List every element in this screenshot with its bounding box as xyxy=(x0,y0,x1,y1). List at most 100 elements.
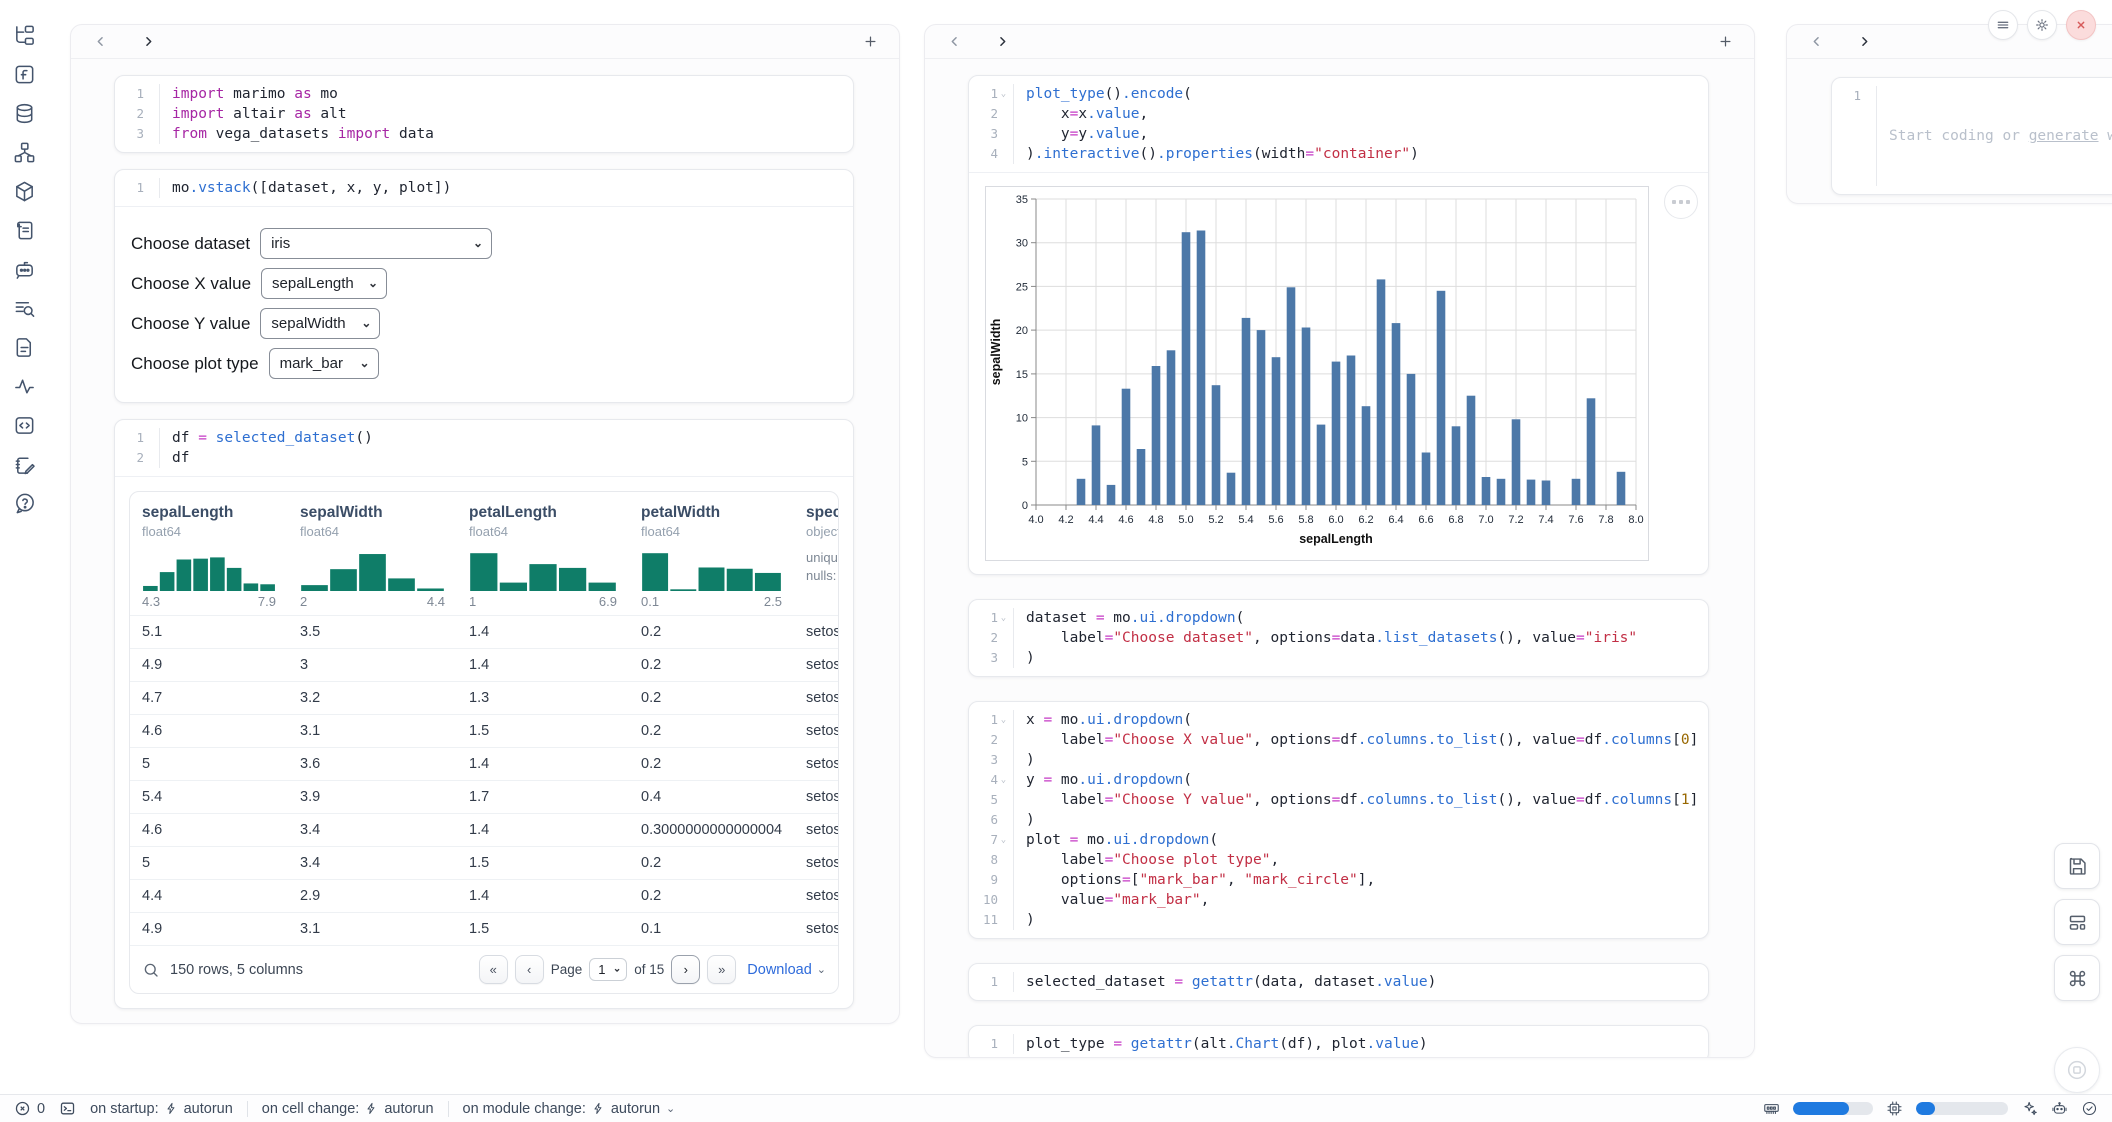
chart-actions-menu-icon[interactable] xyxy=(1664,185,1698,219)
table-cell: 0.4 xyxy=(629,781,794,813)
svg-text:15: 15 xyxy=(1016,369,1028,381)
table-row[interactable]: 5.13.51.40.2setosa xyxy=(130,615,838,648)
table-row[interactable]: 4.63.11.50.2setosa xyxy=(130,714,838,747)
code-line: plot_type = getattr(alt.Chart(df), plot.… xyxy=(1026,1034,1428,1054)
table-row[interactable]: 53.41.50.2setosa xyxy=(130,846,838,879)
activity-icon[interactable] xyxy=(11,373,37,399)
layout-icon[interactable] xyxy=(2054,899,2100,945)
command-icon[interactable] xyxy=(2054,955,2100,1001)
code-line: x=x.value, xyxy=(1026,104,1419,124)
bot-message-icon[interactable] xyxy=(11,256,37,282)
code-lines: selected_dataset = getattr(data, dataset… xyxy=(1014,972,1436,992)
chevron-left-icon[interactable] xyxy=(943,31,965,53)
document-icon[interactable] xyxy=(11,334,37,360)
code-lines: plot_type = getattr(alt.Chart(df), plot.… xyxy=(1014,1034,1428,1054)
table-row[interactable]: 4.63.41.40.3000000000000004setosa xyxy=(130,813,838,846)
menu-icon[interactable] xyxy=(1988,10,2018,40)
control-label: Choose X value xyxy=(131,274,251,294)
search-icon[interactable] xyxy=(142,961,160,979)
cell-output-chart: 4.04.24.44.64.85.05.25.45.65.86.06.26.46… xyxy=(969,172,1708,574)
code-editor[interactable]: 1plot_type = getattr(alt.Chart(df), plot… xyxy=(969,1026,1708,1058)
code-editor[interactable]: 12df = selected_dataset()df xyxy=(115,420,853,476)
pagination: «‹Page1⌄of 15›»Download ⌄ xyxy=(479,955,826,984)
package-icon[interactable] xyxy=(11,178,37,204)
altair-bar-chart[interactable]: 4.04.24.44.64.85.05.25.45.65.86.06.26.46… xyxy=(985,186,1649,561)
robot-icon[interactable] xyxy=(2051,1100,2068,1117)
chevron-left-icon[interactable] xyxy=(1805,31,1827,53)
code-box-icon[interactable] xyxy=(11,412,37,438)
code-lines: df = selected_dataset()df xyxy=(160,428,373,468)
chevron-right-icon[interactable] xyxy=(137,31,159,53)
terminal-icon[interactable] xyxy=(59,1100,76,1117)
table-cell: 3.2 xyxy=(288,682,457,714)
last-page-button[interactable]: » xyxy=(707,955,736,984)
table-row[interactable]: 5.43.91.70.4setosa xyxy=(130,780,838,813)
next-page-button[interactable]: › xyxy=(671,955,700,984)
help-chat-icon[interactable] xyxy=(11,490,37,516)
table-cell: 0.2 xyxy=(629,649,794,681)
chevron-right-icon[interactable] xyxy=(991,31,1013,53)
table-cell: 5.1 xyxy=(130,616,288,648)
add-cell-icon[interactable] xyxy=(859,31,881,53)
table-cell: setosa xyxy=(794,616,838,648)
errors-indicator[interactable]: 0 xyxy=(14,1100,45,1117)
save-icon[interactable] xyxy=(2054,843,2100,889)
svg-text:7.8: 7.8 xyxy=(1598,514,1613,526)
download-button[interactable]: Download ⌄ xyxy=(747,962,826,978)
code-editor[interactable]: 1 Start coding or generate with AI. xyxy=(1832,78,2112,194)
code-line: plot_type().encode( xyxy=(1026,84,1419,104)
database-icon[interactable] xyxy=(11,100,37,126)
code-line: df = selected_dataset() xyxy=(172,428,373,448)
add-cell-icon[interactable] xyxy=(1714,31,1736,53)
scroll-icon[interactable] xyxy=(11,217,37,243)
runtime-config-on-startup[interactable]: on startup:autorun xyxy=(90,1101,233,1117)
runtime-config-on-module-change[interactable]: on module change:autorun⌄ xyxy=(463,1101,676,1117)
first-page-button[interactable]: « xyxy=(479,955,508,984)
chevron-left-icon[interactable] xyxy=(89,31,111,53)
table-cell: 0.2 xyxy=(629,715,794,747)
generate-ai-link[interactable]: generate xyxy=(2029,128,2099,144)
code-editor[interactable]: 1mo.vstack([dataset, x, y, plot]) xyxy=(115,170,853,206)
gear-icon[interactable] xyxy=(2027,10,2057,40)
column-header-petalLength[interactable]: petalLengthfloat6416.9 xyxy=(457,504,629,609)
line-numbers: 1 xyxy=(115,178,160,198)
column-header-species[interactable]: speciesobjectunique:nulls: xyxy=(794,504,838,609)
chevron-right-icon[interactable] xyxy=(1853,31,1875,53)
table-row[interactable]: 53.61.40.2setosa xyxy=(130,747,838,780)
code-editor[interactable]: 1⌄23dataset = mo.ui.dropdown( label="Cho… xyxy=(969,600,1708,676)
search-list-icon[interactable] xyxy=(11,295,37,321)
column-header-sepalLength[interactable]: sepalLengthfloat644.37.9 xyxy=(130,504,288,609)
column-header-petalWidth[interactable]: petalWidthfloat640.12.5 xyxy=(629,504,794,609)
column-header-sepalWidth[interactable]: sepalWidthfloat6424.4 xyxy=(288,504,457,609)
left-icon-rail xyxy=(0,0,48,1090)
prev-page-button[interactable]: ‹ xyxy=(515,955,544,984)
svg-text:25: 25 xyxy=(1016,281,1028,293)
table-row[interactable]: 4.73.21.30.2setosa xyxy=(130,681,838,714)
choose-x-value-select[interactable]: sepalLength xyxy=(261,268,387,299)
check-circle-icon[interactable] xyxy=(2081,1100,2098,1117)
table-row[interactable]: 4.42.91.40.2setosa xyxy=(130,879,838,912)
choose-dataset-select[interactable]: iris xyxy=(260,228,492,259)
sparkles-icon[interactable] xyxy=(2021,1100,2038,1117)
svg-text:7.6: 7.6 xyxy=(1568,514,1583,526)
runtime-config-on-cell-change[interactable]: on cell change:autorun xyxy=(262,1101,434,1117)
table-cell: 0.2 xyxy=(629,616,794,648)
choose-y-value-select[interactable]: sepalWidth xyxy=(260,308,380,339)
table-row[interactable]: 4.93.11.50.1setosa xyxy=(130,912,838,945)
notebook-pen-icon[interactable] xyxy=(11,451,37,477)
table-row[interactable]: 4.931.40.2setosa xyxy=(130,648,838,681)
file-tree-icon[interactable] xyxy=(11,22,37,48)
column-histogram xyxy=(300,547,445,591)
choose-plot-type-select[interactable]: mark_bar xyxy=(269,348,379,379)
close-icon[interactable] xyxy=(2066,10,2096,40)
code-editor[interactable]: 1⌄234plot_type().encode( x=x.value, y=y.… xyxy=(969,76,1708,172)
code-editor[interactable]: 1⌄234⌄567⌄891011x = mo.ui.dropdown( labe… xyxy=(969,702,1708,938)
code-editor[interactable]: 123import marimo as moimport altair as a… xyxy=(115,76,853,152)
page-select[interactable]: 1 xyxy=(589,958,627,981)
code-editor[interactable]: 1selected_dataset = getattr(data, datase… xyxy=(969,964,1708,1000)
function-square-icon[interactable] xyxy=(11,61,37,87)
svg-text:6.2: 6.2 xyxy=(1358,514,1373,526)
stop-icon[interactable] xyxy=(2054,1047,2100,1093)
floating-actions xyxy=(2054,843,2100,1122)
workflow-icon[interactable] xyxy=(11,139,37,165)
